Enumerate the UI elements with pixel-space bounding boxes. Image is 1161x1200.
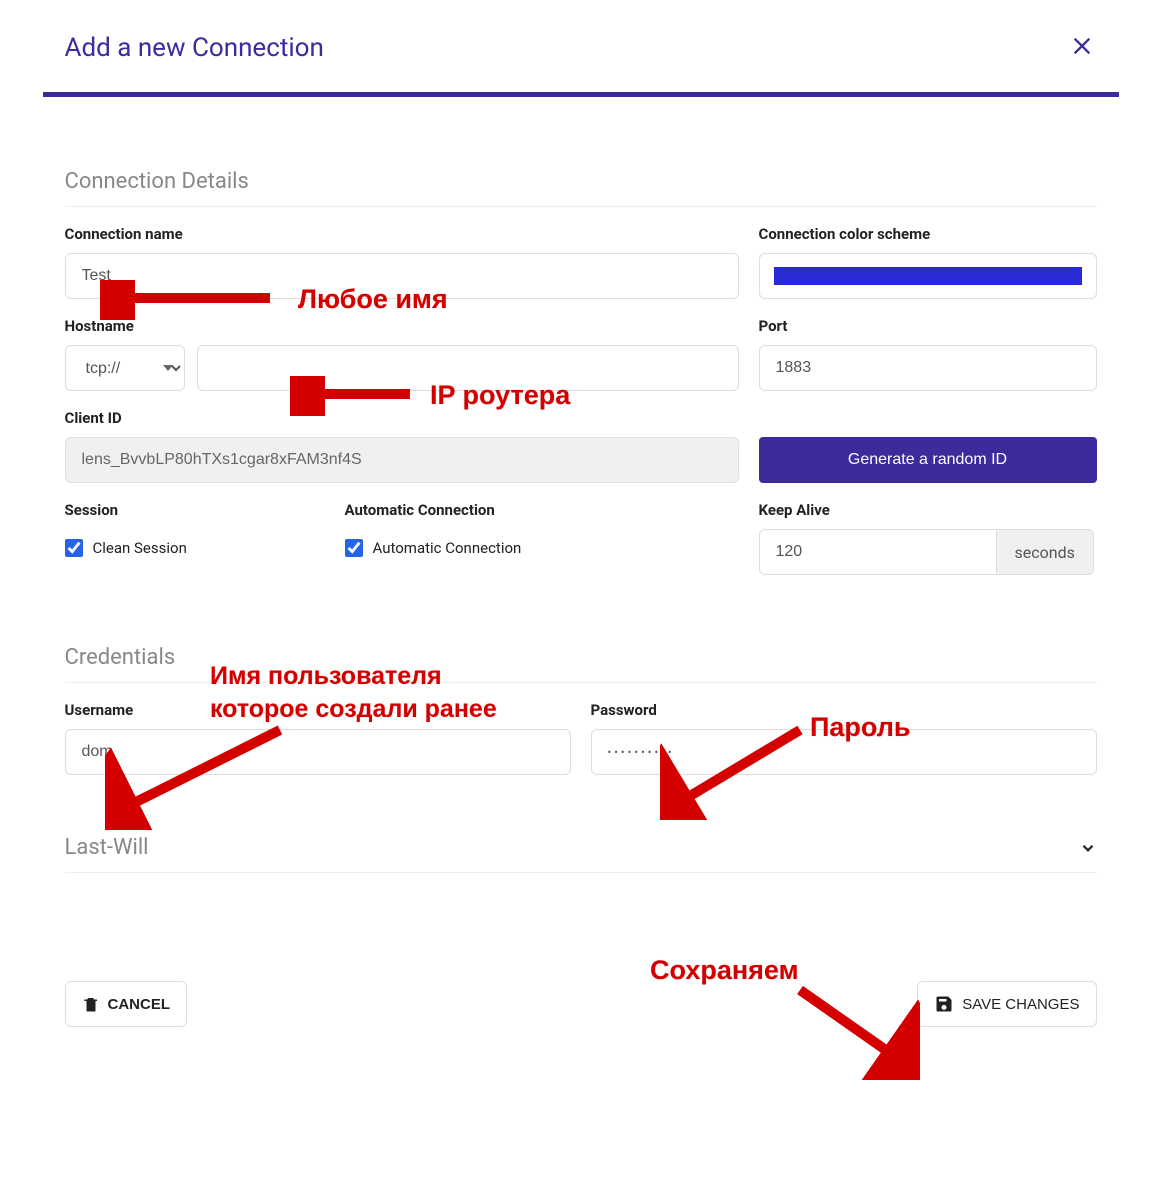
color-scheme-selector[interactable] <box>759 253 1097 299</box>
generate-id-button[interactable]: Generate a random ID <box>759 437 1097 483</box>
keep-alive-input-wrap: seconds <box>759 529 1097 575</box>
dialog-footer: CANCEL SAVE CHANGES <box>41 963 1121 1045</box>
cancel-label: CANCEL <box>108 996 171 1013</box>
row-session-keepalive: Session Clean Session Automatic Connecti… <box>65 501 1097 575</box>
section-credentials: Credentials <box>65 645 1097 683</box>
protocol-select[interactable]: tcp:// <box>65 345 185 391</box>
dialog-content: Connection Details Connection name Conne… <box>41 169 1121 873</box>
auto-conn-label: Automatic Connection <box>345 501 739 519</box>
trash-icon <box>82 995 100 1013</box>
field-connection-name: Connection name <box>65 225 739 299</box>
auto-conn-wrap: Automatic Connection <box>345 539 739 557</box>
field-username: Username <box>65 701 571 775</box>
username-label: Username <box>65 701 571 719</box>
row-credentials: Username Password •••••••••• <box>65 701 1097 775</box>
chevron-down-icon <box>1079 839 1097 857</box>
lastwill-title: Last-Will <box>65 835 149 860</box>
keep-alive-input[interactable] <box>759 529 997 575</box>
hostname-label: Hostname <box>65 317 739 335</box>
connection-name-label: Connection name <box>65 225 739 243</box>
port-label: Port <box>759 317 1097 335</box>
close-button[interactable] <box>1067 28 1097 68</box>
clean-session-checkbox[interactable] <box>65 539 83 557</box>
clean-session-wrap: Clean Session <box>65 539 325 557</box>
color-preview <box>774 267 1082 285</box>
field-port: Port <box>759 317 1097 391</box>
port-input[interactable] <box>759 345 1097 391</box>
field-password: Password •••••••••• <box>591 701 1097 775</box>
keep-alive-unit: seconds <box>997 529 1094 575</box>
auto-conn-checkbox[interactable] <box>345 539 363 557</box>
row-clientid: Client ID Generate a random ID <box>65 409 1097 483</box>
password-label: Password <box>591 701 1097 719</box>
dialog-header: Add a new Connection <box>41 0 1121 92</box>
clean-session-checkbox-label: Clean Session <box>93 539 187 557</box>
session-label: Session <box>65 501 325 519</box>
section-lastwill[interactable]: Last-Will <box>65 835 1097 873</box>
connection-name-input[interactable] <box>65 253 739 299</box>
save-icon <box>934 994 954 1014</box>
color-scheme-label: Connection color scheme <box>759 225 1097 243</box>
add-connection-dialog: Add a new Connection Connection Details … <box>41 0 1121 1045</box>
dialog-title: Add a new Connection <box>65 33 324 63</box>
username-input[interactable] <box>65 729 571 775</box>
save-label: SAVE CHANGES <box>962 996 1079 1013</box>
password-value: •••••••••• <box>608 746 675 759</box>
header-accent-bar <box>43 92 1119 97</box>
client-id-label: Client ID <box>65 409 739 427</box>
save-button[interactable]: SAVE CHANGES <box>917 981 1096 1027</box>
field-keep-alive: Keep Alive seconds <box>759 501 1097 575</box>
field-session: Session Clean Session <box>65 501 325 575</box>
hostname-input[interactable] <box>197 345 739 391</box>
keep-alive-label: Keep Alive <box>759 501 1097 519</box>
client-id-input <box>65 437 739 483</box>
close-icon <box>1071 35 1093 57</box>
field-auto-connection: Automatic Connection Automatic Connectio… <box>345 501 739 575</box>
protocol-select-wrap: tcp:// <box>65 345 185 391</box>
field-client-id: Client ID <box>65 409 739 483</box>
row-name-color: Connection name Connection color scheme <box>65 225 1097 299</box>
field-color-scheme: Connection color scheme <box>759 225 1097 299</box>
password-input[interactable]: •••••••••• <box>591 729 1097 775</box>
field-hostname: Hostname tcp:// <box>65 317 739 391</box>
cancel-button[interactable]: CANCEL <box>65 981 188 1027</box>
auto-conn-checkbox-label: Automatic Connection <box>373 539 522 557</box>
row-hostname-port: Hostname tcp:// Port <box>65 317 1097 391</box>
section-connection-details: Connection Details <box>65 169 1097 207</box>
